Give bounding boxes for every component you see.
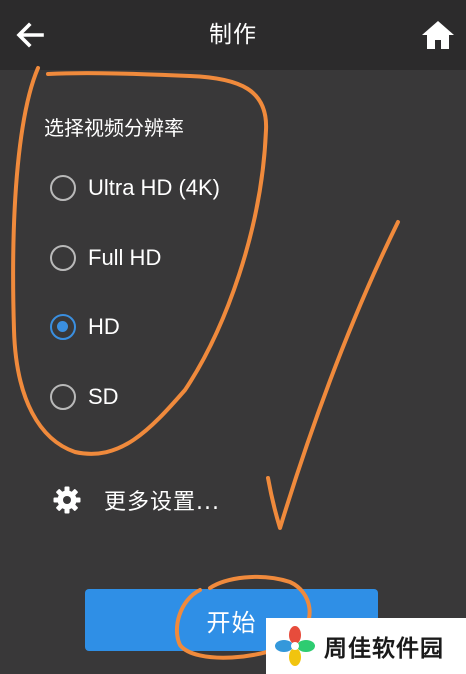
resolution-option-full-hd[interactable]: Full HD	[50, 238, 161, 278]
resolution-option-ultra-hd[interactable]: Ultra HD (4K)	[50, 168, 220, 208]
radio-button[interactable]	[50, 384, 76, 410]
app-header: 制作	[0, 0, 466, 70]
flower-logo-icon	[275, 626, 315, 666]
radio-button[interactable]	[50, 245, 76, 271]
more-settings-row[interactable]: 更多设置...	[52, 480, 220, 520]
watermark-text: 周佳软件园	[324, 636, 444, 662]
radio-button[interactable]	[50, 175, 76, 201]
option-label: SD	[88, 384, 119, 409]
resolution-section-title: 选择视频分辨率	[44, 116, 184, 140]
resolution-option-sd[interactable]: SD	[50, 377, 119, 417]
option-label: Full HD	[88, 245, 162, 270]
option-label: Ultra HD (4K)	[88, 175, 221, 200]
annotation-check	[266, 220, 400, 530]
option-label: HD	[88, 314, 120, 339]
watermark: 周佳软件园	[266, 618, 466, 674]
resolution-option-hd[interactable]: HD	[50, 307, 120, 347]
home-button[interactable]	[416, 13, 460, 57]
radio-button-selected[interactable]	[50, 314, 76, 340]
gear-icon	[53, 486, 81, 514]
home-icon	[422, 21, 454, 49]
page-title: 制作	[209, 22, 257, 48]
more-settings-label: 更多设置...	[104, 490, 220, 515]
